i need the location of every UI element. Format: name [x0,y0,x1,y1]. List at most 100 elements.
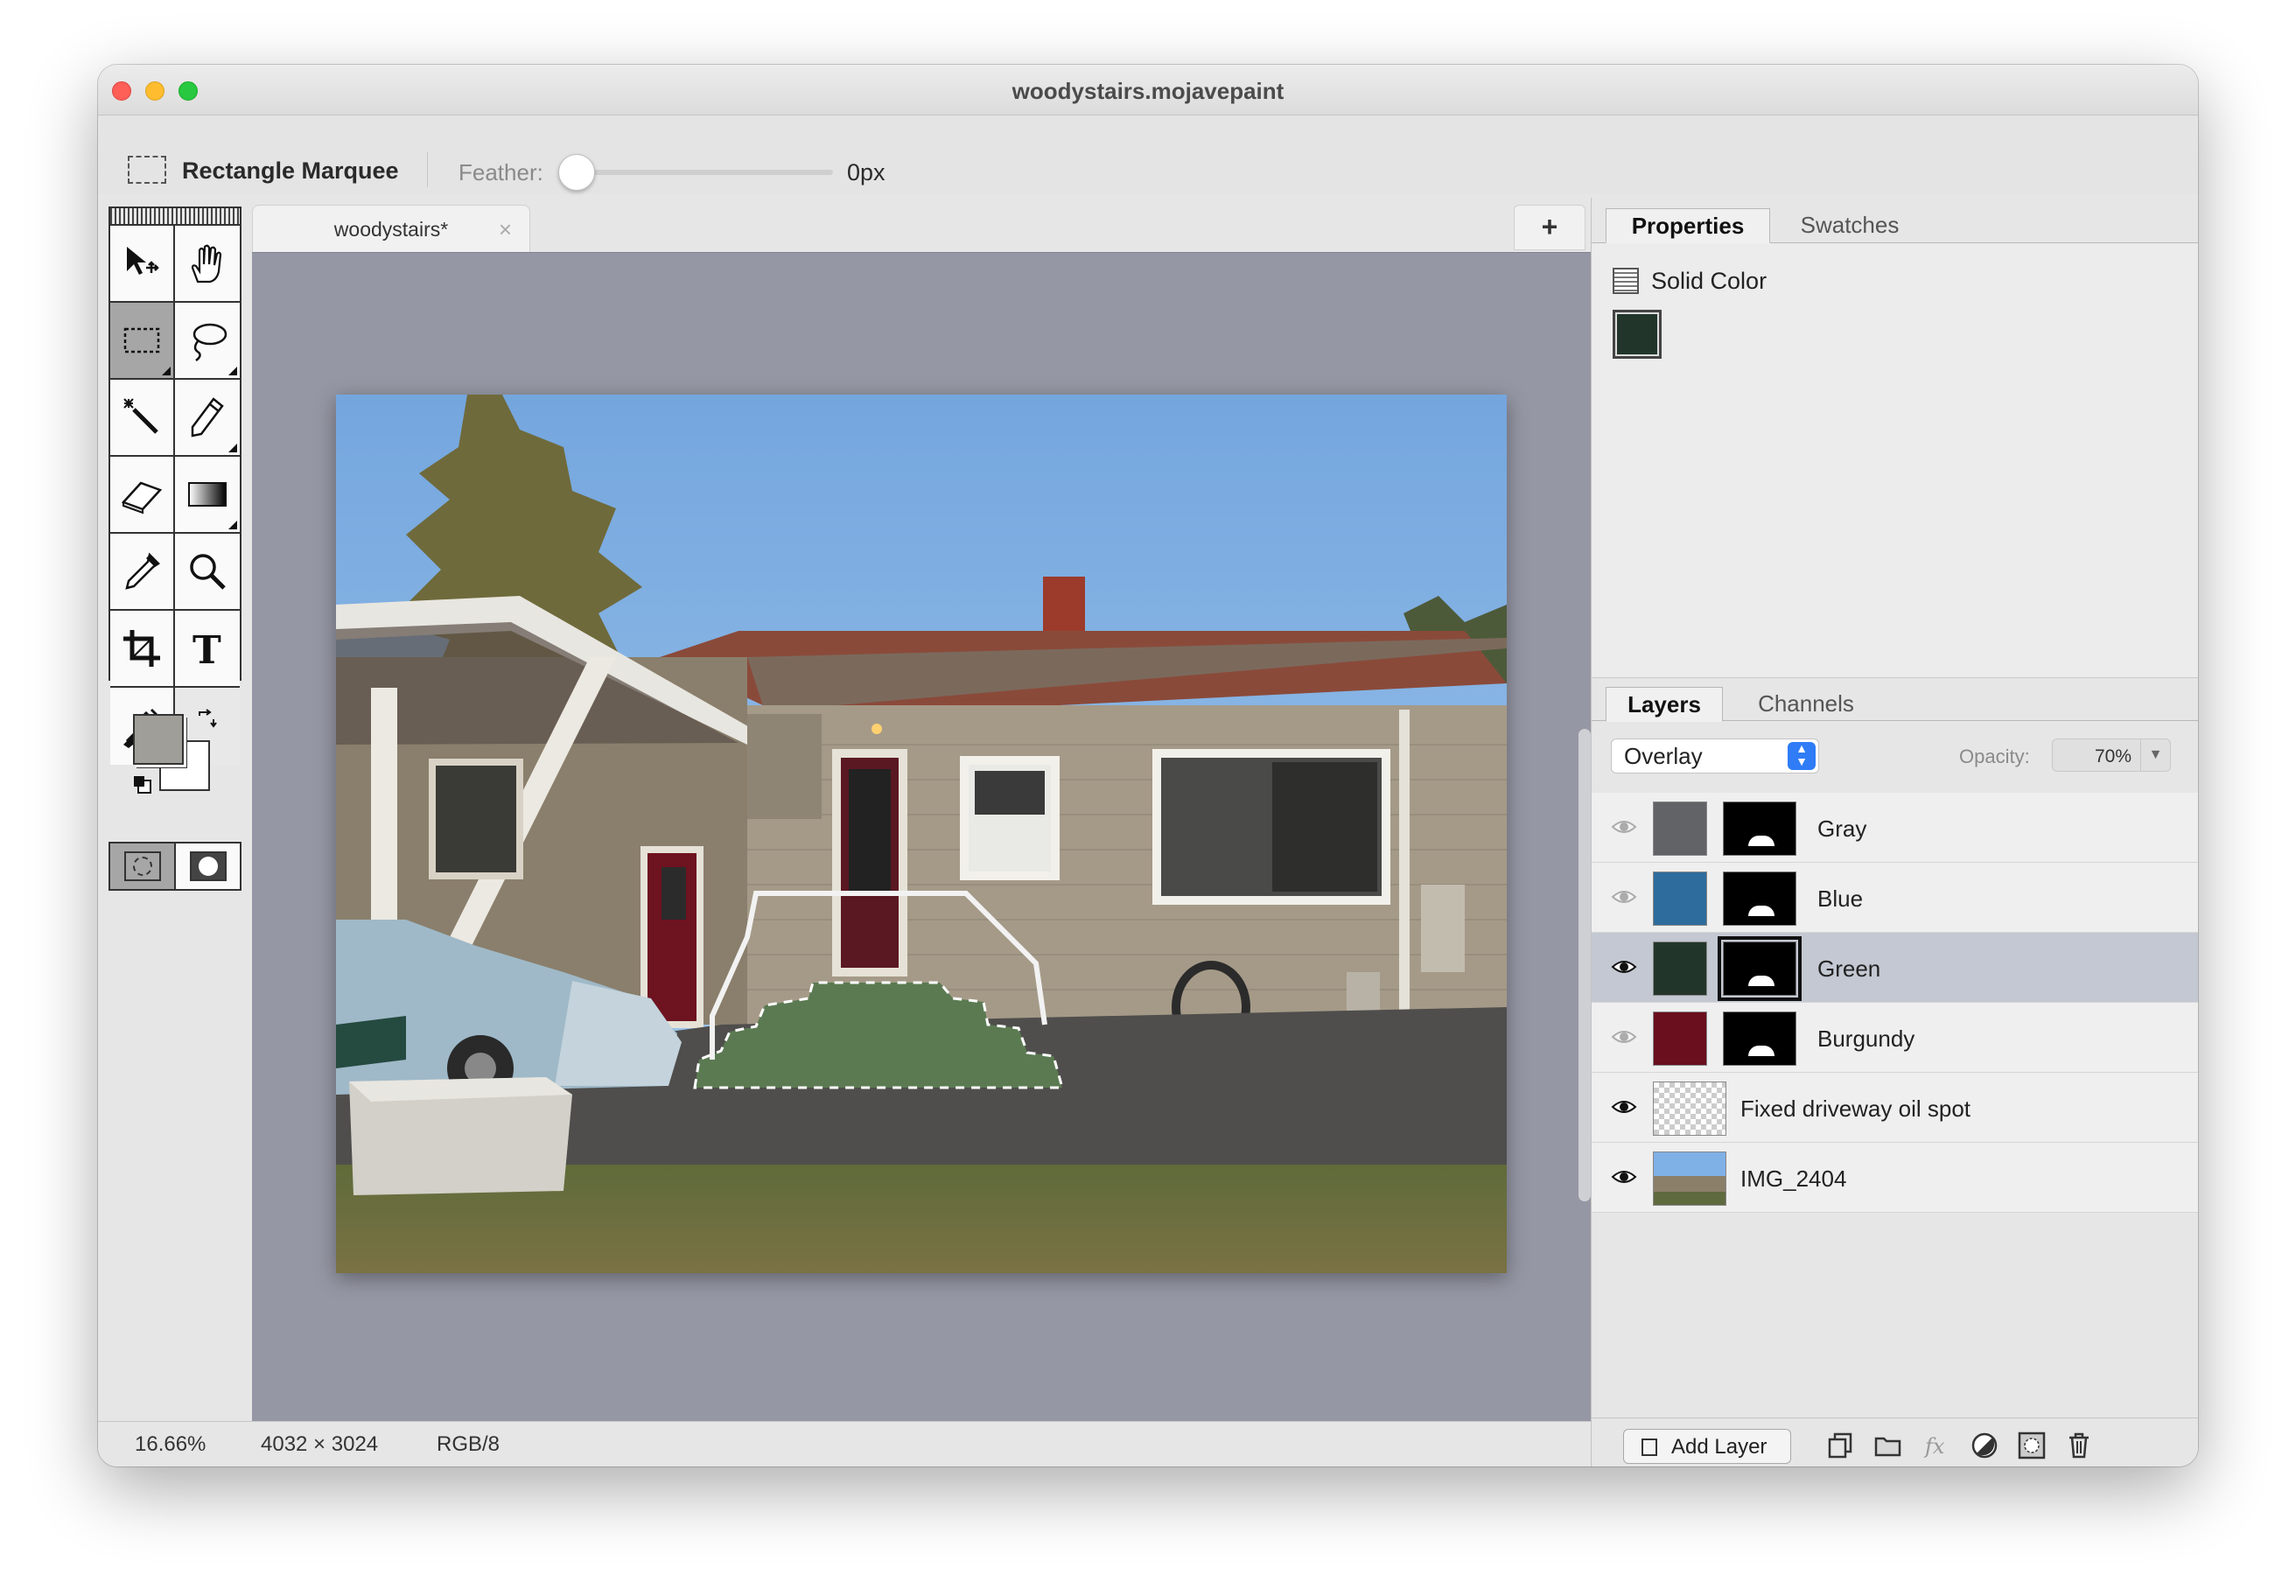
zoom-tool[interactable] [175,534,240,611]
quick-mask-button[interactable] [174,844,240,889]
layer-effects-icon[interactable]: fx [1922,1431,1952,1460]
foreground-color-swatch[interactable] [133,714,184,765]
eyedropper-icon [125,552,160,590]
magic-wand-icon [123,398,158,434]
layer-name: Fixed driveway oil spot [1740,1096,1970,1122]
standard-mode-button[interactable] [110,844,174,889]
tab-layers[interactable]: Layers [1606,687,1723,722]
duplicate-layer-icon[interactable] [1826,1431,1856,1460]
solid-color-label: Solid Color [1651,268,1768,294]
new-layer-icon [1642,1438,1657,1456]
layer-row[interactable]: Burgundy [1592,1003,2198,1073]
eraser-icon [121,481,163,514]
pencil-icon [191,397,224,438]
properties-tabbar: Properties Swatches [1592,198,2198,243]
solid-color-layer-icon [1613,268,1639,294]
layer-thumbnail [1653,1012,1707,1066]
feather-value: 0px [847,159,886,186]
tab-channels[interactable]: Channels [1728,687,1884,722]
crop-icon [123,630,160,667]
visibility-eye-icon[interactable] [1611,1166,1637,1187]
status-bar: 16.66% 4032 × 3024 RGB/8 [98,1421,1591,1466]
add-layer-label: Add Layer [1671,1435,1768,1459]
tab-swatches[interactable]: Swatches [1775,208,1924,243]
blend-mode-value: Overlay [1624,743,1703,769]
gradient-tool[interactable] [175,457,240,534]
layer-row[interactable]: Blue [1592,863,2198,933]
blend-mode-arrows-icon: ▲ ▼ [1788,742,1816,770]
opacity-dropdown-icon[interactable]: ▼ [2140,739,2170,771]
canvas-area[interactable] [252,252,1591,1421]
visibility-eye-icon[interactable] [1611,1096,1637,1117]
adjustment-layer-icon[interactable] [1970,1431,1999,1460]
feather-slider[interactable] [565,170,833,175]
zoom-level: 16.66% [135,1432,206,1456]
properties-panel: Solid Color [1592,243,2198,677]
eyedropper-tool[interactable] [110,534,175,611]
vertical-scrollbar[interactable] [1578,729,1591,1201]
tab-properties[interactable]: Properties [1606,208,1770,243]
add-layer-button[interactable]: Add Layer [1623,1429,1791,1464]
move-tool[interactable] [110,226,175,303]
rectangle-marquee-tool[interactable] [110,303,175,380]
close-document-icon[interactable]: × [499,216,512,243]
layer-thumbnail [1653,1082,1726,1136]
layer-thumbnail [1653,802,1707,856]
layer-mask-thumbnail[interactable] [1723,872,1796,926]
rectangle-marquee-icon [123,327,160,354]
document-canvas[interactable] [336,395,1507,1273]
tool-flyout-indicator [228,521,237,529]
layer-thumbnail [1653,872,1707,926]
document-tab[interactable]: woodystairs* × [252,205,530,254]
layer-row[interactable]: Fixed driveway oil spot [1592,1073,2198,1143]
add-mask-icon[interactable] [2017,1431,2047,1460]
move-icon [127,247,159,275]
trash-icon[interactable] [2064,1431,2094,1460]
default-colors-icon[interactable] [133,775,152,794]
solid-color-swatch[interactable] [1613,310,1662,359]
title-bar[interactable]: woodystairs.mojavepaint [98,65,2198,116]
visibility-eye-icon[interactable] [1611,956,1637,977]
gradient-icon [188,482,227,507]
layer-name: Blue [1817,886,1864,912]
folder-icon[interactable] [1873,1431,1903,1460]
visibility-eye-icon[interactable] [1611,816,1637,837]
layer-thumbnail [1653,1152,1726,1206]
layer-row[interactable]: Green [1592,933,2198,1003]
tool-flyout-indicator [228,444,237,452]
rectangle-marquee-icon [128,156,166,184]
visibility-eye-icon[interactable] [1611,1026,1637,1047]
layer-mask-thumbnail[interactable] [1723,802,1796,856]
document-tab-label: woodystairs [333,218,441,241]
opacity-value: 70% [2094,746,2132,766]
mask-mode-toggle [108,842,242,891]
layers-tabbar: Layers Channels [1592,677,2198,722]
layer-row[interactable]: Gray [1592,793,2198,863]
tool-flyout-indicator [228,367,237,375]
layers-list: Gray Blue Green Burgundy Fixed driveway oil … [1592,793,2198,1213]
document-modified-mark: * [440,218,449,241]
toolbox-grip[interactable] [110,208,240,226]
layer-row[interactable]: IMG_2404 [1592,1143,2198,1213]
layer-mask-thumbnail[interactable] [1723,1012,1796,1066]
visibility-eye-icon[interactable] [1611,886,1637,907]
color-mode: RGB/8 [437,1432,500,1456]
layer-mask-thumbnail[interactable] [1718,936,1802,1001]
tool-flyout-indicator [162,367,171,375]
layer-name: Green [1817,956,1881,982]
svg-text:fx: fx [1923,1434,1945,1459]
feather-slider-knob[interactable] [558,154,595,191]
eraser-tool[interactable] [110,457,175,534]
opacity-field[interactable]: 70% ▼ [2052,738,2171,772]
hand-tool[interactable] [175,226,240,303]
window-title: woodystairs.mojavepaint [1012,78,1284,104]
lasso-tool[interactable] [175,303,240,380]
pencil-tool[interactable] [175,380,240,457]
swap-colors-icon[interactable] [196,709,217,730]
blend-mode-select[interactable]: Overlay ▲ ▼ [1611,738,1819,774]
text-tool[interactable]: T [175,611,240,688]
new-document-button[interactable]: + [1514,205,1586,250]
lasso-icon [192,323,228,361]
crop-tool[interactable] [110,611,175,688]
magic-wand-tool[interactable] [110,380,175,457]
